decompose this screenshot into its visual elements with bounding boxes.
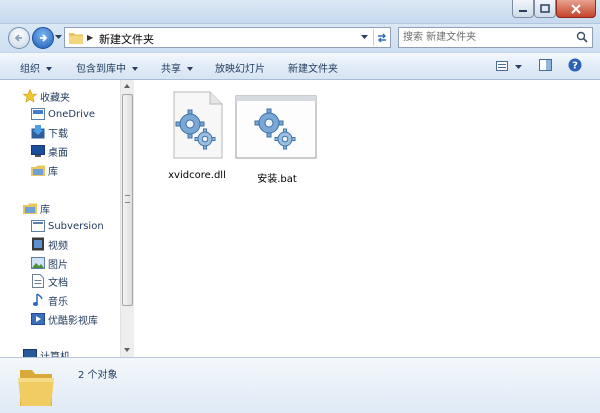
nav-desktop-label: 桌面 bbox=[48, 147, 68, 159]
nav-music[interactable]: 音乐 bbox=[0, 291, 120, 309]
folder-icon bbox=[69, 33, 83, 44]
search-box[interactable] bbox=[398, 27, 593, 48]
slideshow-button[interactable]: 放映幻灯片 bbox=[215, 60, 265, 75]
chevron-down-icon bbox=[132, 67, 138, 71]
nav-subversion-label: Subversion bbox=[48, 220, 104, 232]
breadcrumb-separator-icon[interactable]: ▶ bbox=[87, 33, 93, 42]
close-button[interactable] bbox=[556, 0, 596, 18]
nav-desktop[interactable]: 桌面 bbox=[0, 142, 120, 160]
nav-pictures-label: 图片 bbox=[48, 259, 68, 271]
view-options-chevron-icon[interactable] bbox=[515, 65, 522, 70]
details-pane: 2 个对象 bbox=[0, 357, 600, 413]
nav-libraries[interactable]: 库 bbox=[0, 199, 120, 217]
subversion-icon bbox=[30, 218, 46, 234]
navigation-pane: 收藏夹 OneDrive 下载 桌面 库 库 Subversion 视频 图片 … bbox=[0, 80, 134, 357]
nav-library-favorite[interactable]: 库 bbox=[0, 161, 120, 179]
command-bar: 组织 包含到库中 共享 放映幻灯片 新建文件夹 ? bbox=[0, 52, 600, 80]
downloads-icon bbox=[30, 124, 46, 140]
star-icon bbox=[22, 88, 38, 104]
scroll-thumb[interactable] bbox=[122, 94, 133, 306]
library-icon bbox=[30, 162, 46, 178]
nav-subversion[interactable]: Subversion bbox=[0, 217, 120, 235]
nav-videos[interactable]: 视频 bbox=[0, 235, 120, 253]
nav-favorites-label: 收藏夹 bbox=[40, 92, 70, 104]
desktop-icon bbox=[30, 143, 46, 159]
maximize-icon bbox=[540, 3, 550, 13]
file-name-label: 安装.bat bbox=[257, 174, 297, 185]
scroll-down-icon[interactable] bbox=[124, 348, 130, 352]
document-icon bbox=[30, 273, 46, 289]
nav-favorites[interactable]: 收藏夹 bbox=[0, 87, 120, 105]
share-label: 共享 bbox=[161, 64, 181, 75]
chevron-down-icon bbox=[46, 67, 52, 71]
music-icon bbox=[30, 292, 46, 308]
minimize-button[interactable] bbox=[512, 0, 534, 18]
refresh-icon bbox=[378, 33, 386, 42]
nav-downloads[interactable]: 下载 bbox=[0, 123, 120, 141]
youku-library-icon bbox=[30, 311, 46, 327]
file-list: xvidcore.dll 安装.bat bbox=[134, 80, 600, 357]
nav-scrollbar[interactable] bbox=[120, 80, 134, 357]
search-icon[interactable] bbox=[576, 31, 588, 43]
nav-downloads-label: 下载 bbox=[48, 128, 68, 140]
close-icon bbox=[571, 3, 581, 14]
nav-computer-label: 计算机 bbox=[40, 351, 70, 358]
nav-library-favorite-label: 库 bbox=[48, 166, 58, 178]
nav-computer[interactable]: 计算机 bbox=[0, 346, 120, 357]
file-item-bat[interactable]: 安装.bat bbox=[234, 88, 320, 188]
video-icon bbox=[30, 236, 46, 252]
nav-videos-label: 视频 bbox=[48, 240, 68, 252]
bat-gear-icon bbox=[235, 90, 317, 160]
recent-pages-chevron-icon[interactable] bbox=[55, 35, 62, 40]
nav-documents-label: 文档 bbox=[48, 277, 68, 289]
maximize-button[interactable] bbox=[534, 0, 556, 18]
share-menu[interactable]: 共享 bbox=[161, 60, 193, 75]
nav-music-label: 音乐 bbox=[48, 296, 68, 308]
chevron-down-icon bbox=[187, 67, 193, 71]
address-bar[interactable]: ▶ 新建文件夹 bbox=[64, 27, 391, 48]
nav-onedrive[interactable]: OneDrive bbox=[0, 105, 120, 123]
organize-label: 组织 bbox=[20, 64, 40, 75]
dll-gear-icon bbox=[162, 90, 232, 160]
back-button[interactable] bbox=[8, 27, 30, 49]
onedrive-icon bbox=[30, 106, 46, 122]
include-in-library-menu[interactable]: 包含到库中 bbox=[76, 60, 138, 75]
file-item-dll[interactable]: xvidcore.dll bbox=[154, 88, 240, 188]
view-icon[interactable] bbox=[496, 61, 508, 71]
minimize-icon bbox=[519, 9, 527, 12]
preview-pane-icon[interactable] bbox=[539, 59, 552, 71]
new-folder-button[interactable]: 新建文件夹 bbox=[288, 60, 338, 75]
nav-youku-label: 优酷影视库 bbox=[48, 315, 98, 327]
address-history-chevron-icon[interactable] bbox=[361, 35, 368, 40]
back-arrow-icon bbox=[14, 34, 22, 42]
forward-button[interactable] bbox=[32, 27, 54, 49]
nav-youku[interactable]: 优酷影视库 bbox=[0, 310, 120, 328]
title-bar bbox=[0, 0, 600, 24]
nav-pictures[interactable]: 图片 bbox=[0, 254, 120, 272]
scroll-up-icon[interactable] bbox=[124, 84, 130, 88]
nav-documents[interactable]: 文档 bbox=[0, 272, 120, 290]
refresh-button[interactable] bbox=[373, 29, 390, 46]
address-row: ▶ 新建文件夹 bbox=[0, 24, 600, 52]
include-in-library-label: 包含到库中 bbox=[76, 64, 126, 75]
item-count: 2 个对象 bbox=[78, 370, 118, 381]
svg-text:?: ? bbox=[572, 61, 578, 72]
forward-arrow-icon bbox=[40, 34, 48, 42]
help-icon[interactable]: ? bbox=[568, 58, 582, 72]
folder-icon bbox=[18, 370, 54, 406]
breadcrumb-current[interactable]: 新建文件夹 bbox=[99, 31, 154, 47]
picture-icon bbox=[30, 255, 46, 271]
file-name-label: xvidcore.dll bbox=[168, 170, 226, 181]
nav-libraries-label: 库 bbox=[40, 204, 50, 216]
nav-onedrive-label: OneDrive bbox=[48, 108, 96, 120]
search-input[interactable] bbox=[403, 30, 573, 45]
organize-menu[interactable]: 组织 bbox=[20, 60, 52, 75]
computer-icon bbox=[22, 347, 38, 357]
library-icon bbox=[22, 200, 38, 216]
